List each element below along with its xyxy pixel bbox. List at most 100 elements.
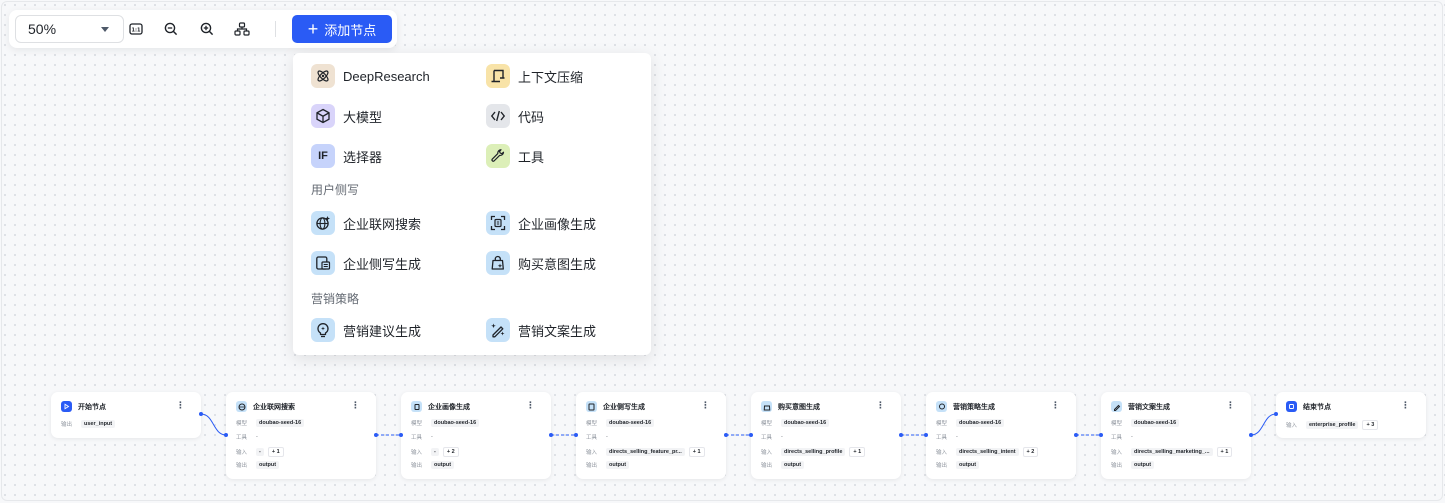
node-input-row: 输入 enterprise_profile + 3 [1286,420,1379,430]
node-title: 开始节点 [78,403,106,411]
more-icon[interactable]: ⋮ [701,400,710,411]
field-label: 模型 [761,421,773,427]
more-icon[interactable]: ⋮ [876,400,885,411]
node-model-row: 模型 doubao-seed-16 [586,419,655,427]
node-title: 结束节点 [1303,403,1331,411]
input-port[interactable] [574,433,578,437]
flow-node-marketing-copy[interactable]: 营销文案生成 ⋮ 模型 doubao-seed-16 工具 - 输入 directs_… [1099,392,1253,479]
more-icon[interactable]: ⋮ [526,400,535,411]
input-port[interactable] [749,433,753,437]
flow-node-marketing-strategy[interactable]: 营销策略生成 ⋮ 模型 doubao-seed-16 工具 - 输入 directs_… [924,392,1078,479]
more-icon[interactable]: ⋮ [351,400,360,411]
field-chip: doubao-seed-16 [431,419,480,427]
flow-node-enterprise-profile[interactable]: 企业画像生成 ⋮ 模型 doubao-seed-16 工具 - 输入 - + 2 输出 o… [399,392,553,479]
marketing-advice-icon [936,401,947,412]
field-chip: directs_selling_intent [956,448,1019,456]
field-chip: output [256,461,280,469]
node-input-row: 输入 directs_selling_marketing_... + 1 [1111,447,1233,457]
field-label: 输入 [936,450,948,456]
field-chip: user_input [81,420,116,428]
field-label: 输入 [761,450,773,456]
field-label: 模型 [1111,421,1123,427]
flow-node-end[interactable]: 结束节点 ⋮ 输入 enterprise_profile + 3 [1274,392,1426,438]
node-tool-row: 工具 - [1111,433,1133,441]
output-port[interactable] [1074,433,1078,437]
flow-node-start[interactable]: 开始节点 ⋮ 输出 user_input [51,392,203,438]
output-port[interactable] [724,433,728,437]
node-model-row: 模型 doubao-seed-16 [761,419,830,427]
field-chip: - [431,448,439,456]
output-port[interactable] [899,433,903,437]
field-chip: - [256,448,264,456]
field-value: - [606,434,608,440]
field-label: 工具 [411,435,423,441]
purchase-intent-icon [761,401,772,412]
field-label: 工具 [586,435,598,441]
field-label: 输出 [936,463,948,469]
more-icon[interactable]: ⋮ [1226,400,1235,411]
node-header: 开始节点 [61,401,106,412]
field-chip: output [1131,461,1155,469]
stop-icon [1286,401,1297,412]
output-port[interactable] [549,433,553,437]
more-icon[interactable]: ⋮ [1051,400,1060,411]
node-tool-row: 工具 - [586,433,608,441]
input-port[interactable] [399,433,403,437]
field-label: 工具 [936,435,948,441]
field-label: 工具 [1111,435,1123,441]
more-inputs-chip: + 1 [1216,447,1233,457]
node-model-row: 模型 doubao-seed-16 [1111,419,1180,427]
node-tool-row: 工具 - [936,433,958,441]
field-label: 输入 [411,450,423,456]
node-output-row: 输出 user_input [61,420,116,428]
output-port[interactable] [1249,433,1253,437]
node-input-row: 输入 directs_selling_profile + 1 [761,447,866,457]
node-title: 购买意图生成 [778,403,820,411]
more-icon[interactable]: ⋮ [176,400,185,411]
field-label: 输入 [586,450,598,456]
flow-node-purchase-intent[interactable]: 购买意图生成 ⋮ 模型 doubao-seed-16 工具 - 输入 directs_… [749,392,903,479]
more-inputs-chip: + 2 [442,447,459,457]
field-label: 模型 [236,421,248,427]
node-header: 企业画像生成 [411,401,470,412]
more-icon[interactable]: ⋮ [1401,400,1410,411]
node-input-row: 输入 directs_selling_intent + 2 [936,447,1039,457]
field-label: 输出 [761,463,773,469]
node-header: 购买意图生成 [761,401,820,412]
flow-node-web-search[interactable]: 企业联网搜索 ⋮ 模型 doubao-seed-16 工具 - 输入 - + 1 输出 o… [224,392,378,479]
field-chip: directs_selling_profile [781,448,846,456]
field-label: 工具 [236,435,248,441]
node-title: 企业联网搜索 [253,403,295,411]
node-input-row: 输入 directs_selling_feature_pr... + 1 [586,447,705,457]
input-port[interactable] [224,433,228,437]
field-label: 输出 [61,422,73,428]
flow-node-enterprise-sketch[interactable]: 企业侧写生成 ⋮ 模型 doubao-seed-16 工具 - 输入 directs_… [574,392,728,479]
marketing-copy-icon [1111,401,1122,412]
field-label: 模型 [936,421,948,427]
node-tool-row: 工具 - [236,433,258,441]
node-title: 企业侧写生成 [603,403,645,411]
node-header: 营销文案生成 [1111,401,1170,412]
field-chip: directs_selling_feature_pr... [606,448,685,456]
node-header: 营销策略生成 [936,401,995,412]
node-model-row: 模型 doubao-seed-16 [411,419,480,427]
output-port[interactable] [374,433,378,437]
node-header: 企业侧写生成 [586,401,645,412]
input-port[interactable] [1099,433,1103,437]
field-label: 输入 [1286,423,1298,429]
field-chip: doubao-seed-16 [256,419,305,427]
node-header: 结束节点 [1286,401,1331,412]
field-value: - [431,434,433,440]
input-port[interactable] [924,433,928,437]
input-port[interactable] [1274,412,1278,416]
node-tool-row: 工具 - [411,433,433,441]
node-title: 营销文案生成 [1128,403,1170,411]
output-port[interactable] [199,412,203,416]
node-model-row: 模型 doubao-seed-16 [236,419,305,427]
node-output-row: 输出 output [936,461,980,469]
node-input-row: 输入 - + 1 [236,447,284,457]
node-title: 企业画像生成 [428,403,470,411]
field-chip: output [956,461,980,469]
field-value: - [1131,434,1133,440]
edge-copy-to-end [1250,413,1277,436]
